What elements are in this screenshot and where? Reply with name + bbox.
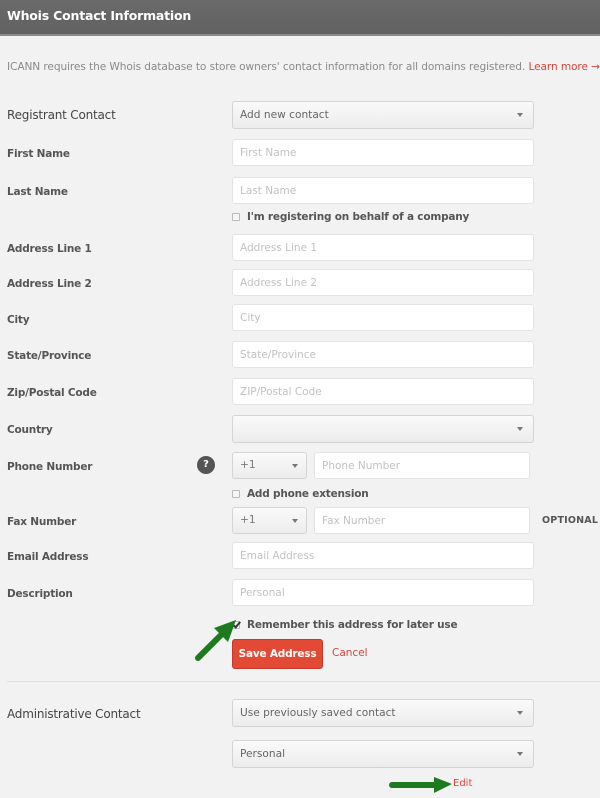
last-name-input[interactable] (232, 177, 534, 204)
save-address-button[interactable]: Save Address (232, 639, 323, 669)
edit-contact-link[interactable]: Edit (453, 778, 472, 789)
zip-input[interactable] (232, 378, 534, 405)
country-label: Country (7, 424, 53, 436)
cancel-link[interactable]: Cancel (332, 647, 368, 659)
administrative-contact-select[interactable]: Use previously saved contact (232, 699, 534, 727)
section-divider (7, 681, 600, 682)
company-checkbox-label: I'm registering on behalf of a company (247, 211, 470, 223)
address-line-1-input[interactable] (232, 234, 534, 261)
administrative-contact-label: Administrative Contact (7, 707, 141, 721)
phone-extension-checkbox[interactable] (232, 490, 240, 498)
fax-country-code-value: +1 (240, 514, 256, 526)
phone-country-code-select[interactable]: +1 (232, 452, 307, 479)
address-line-1-label: Address Line 1 (7, 243, 92, 255)
city-label: City (7, 314, 30, 326)
phone-number-label: Phone Number (7, 461, 93, 473)
chevron-down-icon (517, 752, 523, 756)
phone-country-code-value: +1 (240, 459, 256, 471)
company-checkbox[interactable] (232, 213, 240, 221)
fax-number-input[interactable] (314, 507, 530, 534)
state-input[interactable] (232, 341, 534, 368)
email-address-label: Email Address (7, 551, 89, 563)
state-label: State/Province (7, 350, 92, 362)
phone-extension-label: Add phone extension (247, 488, 369, 500)
city-input[interactable] (232, 304, 534, 331)
fax-country-code-select[interactable]: +1 (232, 507, 307, 534)
saved-contact-value: Personal (240, 748, 286, 760)
administrative-contact-value: Use previously saved contact (240, 707, 396, 719)
chevron-down-icon (517, 427, 523, 431)
saved-contact-select[interactable]: Personal (232, 740, 534, 768)
email-address-input[interactable] (232, 542, 534, 569)
address-line-2-label: Address Line 2 (7, 278, 92, 290)
first-name-input[interactable] (232, 139, 534, 166)
description-input[interactable] (232, 579, 534, 606)
chevron-down-icon (292, 464, 298, 468)
remember-address-label: Remember this address for later use (247, 619, 458, 631)
annotation-arrow-icon (389, 777, 452, 793)
registrant-contact-select[interactable]: Add new contact (232, 101, 534, 129)
company-checkbox-row[interactable]: I'm registering on behalf of a company (232, 211, 469, 223)
chevron-down-icon (517, 113, 523, 117)
help-icon[interactable]: ? (197, 456, 215, 474)
intro-description: ICANN requires the Whois database to sto… (7, 61, 526, 73)
country-select[interactable] (232, 415, 534, 443)
optional-tag: OPTIONAL (542, 515, 599, 526)
last-name-label: Last Name (7, 186, 68, 198)
phone-number-input[interactable] (314, 452, 530, 479)
phone-extension-checkbox-row[interactable]: Add phone extension (232, 488, 369, 500)
first-name-label: First Name (7, 148, 70, 160)
address-line-2-input[interactable] (232, 269, 534, 296)
registrant-contact-value: Add new contact (240, 109, 329, 121)
page-title: Whois Contact Information (7, 8, 192, 23)
description-label: Description (7, 588, 73, 600)
chevron-down-icon (292, 519, 298, 523)
fax-number-label: Fax Number (7, 516, 77, 528)
page-header: Whois Contact Information (0, 0, 600, 36)
zip-label: Zip/Postal Code (7, 387, 97, 399)
intro-text: ICANN requires the Whois database to sto… (7, 61, 600, 73)
registrant-contact-label: Registrant Contact (7, 108, 116, 122)
chevron-down-icon (517, 711, 523, 715)
learn-more-link[interactable]: Learn more → (528, 61, 600, 73)
remember-address-checkbox-row[interactable]: Remember this address for later use (232, 619, 458, 631)
